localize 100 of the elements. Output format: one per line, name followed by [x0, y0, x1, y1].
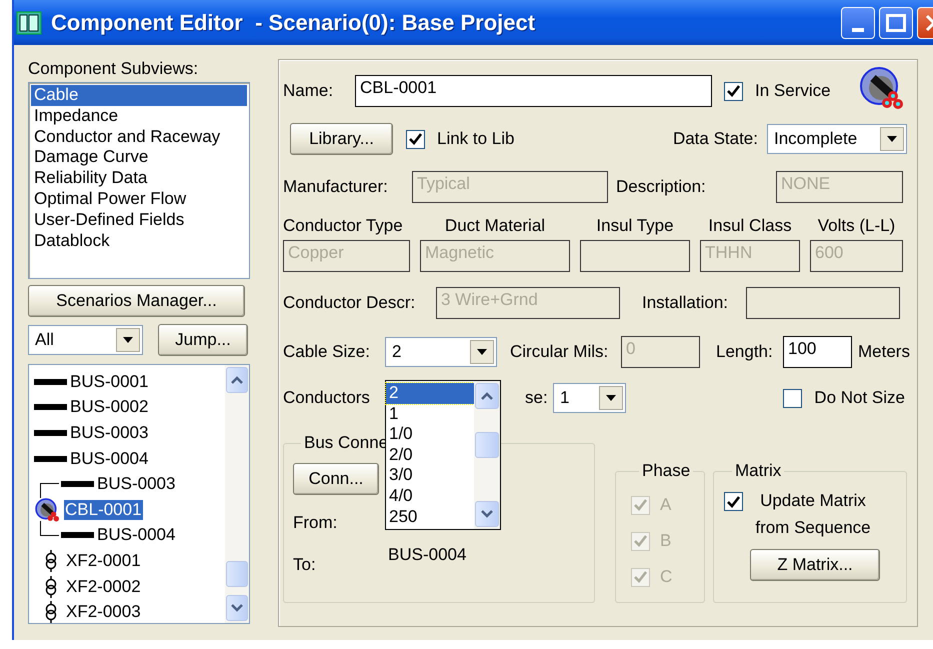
- conductor-descr-label: Conductor Descr:: [283, 293, 416, 313]
- tree-item[interactable]: BUS-0004: [96, 525, 176, 546]
- list-item[interactable]: Datablock: [31, 230, 247, 252]
- bus-icon: [34, 404, 67, 410]
- transformer-icon: [45, 550, 57, 572]
- cable-icon: [859, 66, 903, 110]
- tree-item[interactable]: XF2-0001: [65, 550, 142, 571]
- name-field[interactable]: CBL-0001: [355, 75, 712, 107]
- column-label: Duct Material: [444, 216, 546, 236]
- in-service-label: In Service: [755, 81, 831, 101]
- update-matrix-checkbox[interactable]: [724, 492, 743, 511]
- scroll-up-button[interactable]: [226, 367, 248, 393]
- bus-icon: [34, 430, 67, 436]
- list-item[interactable]: Optimal Power Flow: [31, 188, 247, 210]
- dropdown-arrow-button[interactable]: [470, 340, 494, 364]
- do-not-size-checkbox[interactable]: [783, 388, 802, 408]
- list-option[interactable]: 250: [386, 506, 474, 528]
- from-label: From:: [293, 513, 338, 533]
- list-item[interactable]: Conductor and Raceway: [31, 126, 247, 148]
- list-option[interactable]: 1: [386, 404, 474, 424]
- tree-item[interactable]: BUS-0001: [69, 372, 150, 392]
- list-option[interactable]: 4/0: [386, 486, 474, 507]
- column-label: Insul Type: [596, 216, 674, 236]
- minimize-icon: [852, 28, 864, 32]
- to-value: BUS-0004: [388, 545, 468, 565]
- column-label: Insul Class: [708, 216, 792, 236]
- data-state-dropdown[interactable]: Incomplete: [767, 124, 907, 154]
- chevron-down-icon: [231, 604, 243, 612]
- scrollbar-thumb[interactable]: [226, 561, 248, 587]
- unit-label: Meters: [858, 342, 910, 362]
- library-button[interactable]: Library...: [290, 123, 393, 155]
- dropdown-arrow-button[interactable]: [599, 386, 623, 410]
- group-label: Phase: [641, 461, 692, 481]
- tree-item[interactable]: BUS-0003: [96, 474, 176, 494]
- list-option[interactable]: 1/0: [386, 424, 474, 445]
- scroll-down-button[interactable]: [226, 595, 248, 621]
- installation-label: Installation:: [642, 293, 729, 313]
- description-label: Description:: [616, 177, 707, 197]
- circular-mils-label: Circular Mils:: [510, 342, 610, 362]
- tree-item[interactable]: XF2-0002: [65, 576, 142, 597]
- tree-item[interactable]: BUS-0004: [69, 448, 150, 469]
- column-label: Conductor Type: [283, 216, 403, 236]
- minimize-button[interactable]: [841, 6, 875, 38]
- transformer-icon: [45, 601, 57, 624]
- scrollbar[interactable]: [474, 381, 500, 529]
- transformer-icon: [45, 576, 57, 598]
- phase-label-end: se:: [525, 388, 549, 408]
- length-label: Length:: [716, 342, 774, 362]
- chevron-up-icon: [231, 376, 243, 384]
- conductors-dropdown[interactable]: 1: [553, 383, 626, 413]
- list-item[interactable]: User-Defined Fields: [31, 210, 247, 231]
- link-to-lib-checkbox[interactable]: [406, 130, 425, 148]
- list-option[interactable]: 3/0: [386, 465, 474, 486]
- z-matrix-button[interactable]: Z Matrix...: [750, 549, 880, 581]
- dropdown-arrow-button[interactable]: [116, 328, 140, 352]
- cable-size-label: Cable Size:: [283, 342, 371, 362]
- bus-icon: [61, 481, 94, 488]
- tree-item[interactable]: XF2-0003: [65, 602, 142, 622]
- conn-button[interactable]: Conn...: [293, 463, 379, 495]
- bus-icon: [61, 532, 94, 538]
- scenarios-manager-button[interactable]: Scenarios Manager...: [28, 285, 245, 317]
- caret-icon: [477, 349, 487, 355]
- in-service-checkbox[interactable]: [724, 82, 743, 100]
- filter-dropdown[interactable]: All: [28, 325, 143, 355]
- list-item[interactable]: Impedance: [31, 106, 247, 127]
- list-item[interactable]: Cable: [31, 85, 247, 106]
- phase-label: A: [660, 495, 672, 515]
- cable-icon: [34, 498, 60, 522]
- conductors-label: Conductors: [283, 388, 370, 407]
- subviews-label: Component Subviews:: [28, 59, 200, 79]
- phase-label: B: [660, 531, 672, 551]
- list-item[interactable]: Reliability Data: [31, 168, 247, 189]
- list-item[interactable]: Damage Curve: [31, 147, 247, 168]
- column-label: Volts (L-L): [818, 216, 896, 236]
- chevron-up-icon: [481, 392, 493, 400]
- tree-item[interactable]: BUS-0003: [69, 422, 150, 443]
- maximize-icon: [886, 14, 906, 32]
- bus-icon: [34, 456, 67, 462]
- update-matrix-label: Update Matrix from Sequence: [754, 490, 872, 539]
- caret-icon: [887, 136, 897, 142]
- scroll-down-button[interactable]: [475, 501, 499, 527]
- jump-button[interactable]: Jump...: [158, 324, 248, 356]
- maximize-button[interactable]: [879, 6, 913, 38]
- dropdown-arrow-button[interactable]: [880, 127, 904, 151]
- manufacturer-label: Manufacturer:: [283, 177, 389, 197]
- do-not-size-label: Do Not Size: [814, 388, 905, 408]
- list-option[interactable]: 2: [386, 383, 474, 404]
- scrollbar[interactable]: [225, 365, 249, 623]
- scrollbar-thumb[interactable]: [475, 432, 499, 458]
- data-state-label: Data State:: [672, 129, 758, 149]
- scroll-up-button[interactable]: [475, 383, 499, 409]
- cable-size-dropdown[interactable]: 2: [385, 337, 497, 367]
- tree-item[interactable]: BUS-0002: [69, 397, 150, 418]
- phase-label: C: [660, 567, 672, 587]
- window-title: Component Editor - Scenario(0): Base Project: [51, 10, 536, 36]
- tree-item[interactable]: CBL-0001: [64, 500, 143, 520]
- list-option[interactable]: 2/0: [386, 444, 474, 466]
- group-label: Matrix: [734, 461, 782, 481]
- length-field[interactable]: 100: [783, 336, 852, 368]
- name-label: Name:: [283, 81, 334, 101]
